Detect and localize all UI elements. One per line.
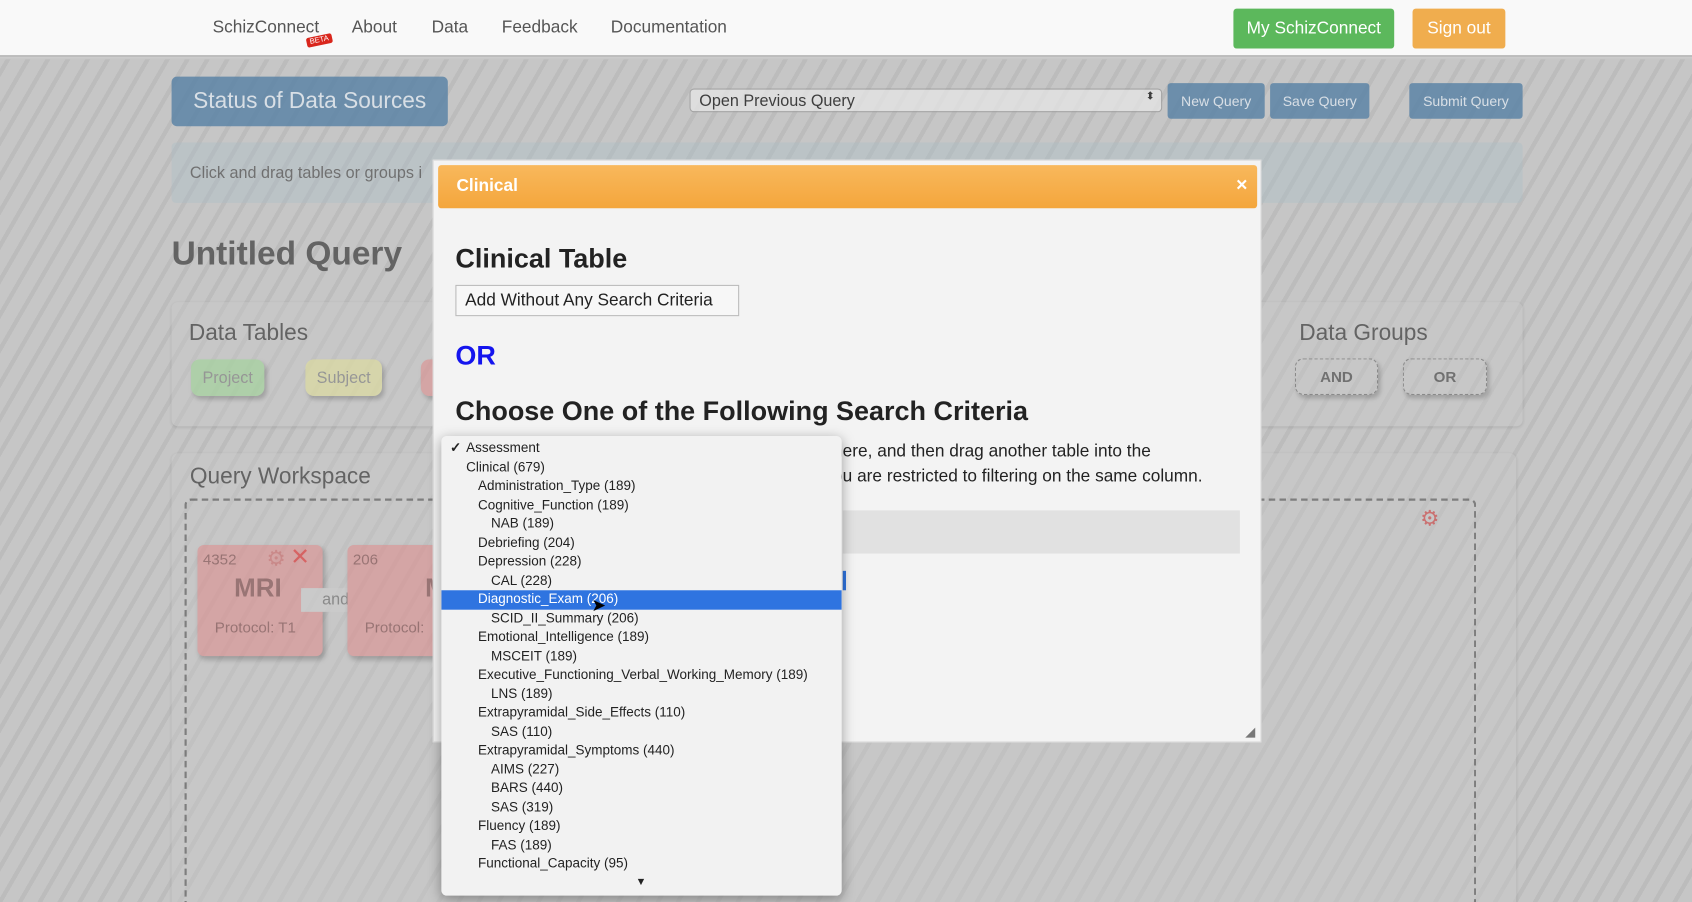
sign-out-button[interactable]: Sign out <box>1412 8 1506 49</box>
nav-documentation[interactable]: Documentation <box>611 18 727 37</box>
dropdown-option[interactable]: FAS (189) <box>441 836 841 855</box>
workspace-title: Query Workspace <box>189 464 371 489</box>
instructions-line: here, and then drag another table into t… <box>833 442 1151 461</box>
option-label: Administration_Type (189) <box>478 478 636 494</box>
dropdown-option[interactable]: Cognitive_Function (189) <box>441 496 841 515</box>
card-count: 206 <box>352 550 379 568</box>
group-and[interactable]: AND <box>1294 358 1379 395</box>
updown-icon: ⬍ <box>1145 90 1155 103</box>
data-tables-title: Data Tables <box>188 320 309 346</box>
brand-link[interactable]: SchizConnect <box>213 18 320 37</box>
card-count: 4352 <box>202 550 237 568</box>
dropdown-option[interactable]: Extrapyramidal_Side_Effects (110) <box>441 704 841 723</box>
close-icon[interactable]: ✕ <box>290 543 310 571</box>
dropdown-option[interactable]: Depression (228) <box>441 552 841 571</box>
select-value: Open Previous Query <box>699 91 855 111</box>
dropdown-option[interactable]: MSCEIT (189) <box>441 647 841 666</box>
dropdown-option[interactable]: Fluency (189) <box>441 817 841 836</box>
dropdown-option[interactable]: Executive_Functioning_Verbal_Working_Mem… <box>441 666 841 685</box>
instructions-line: ou are restricted to filtering on the sa… <box>833 467 1203 486</box>
triangle-down-icon[interactable]: ▼ <box>636 876 647 888</box>
option-label: SAS (319) <box>490 799 554 815</box>
select-edge <box>842 570 847 591</box>
option-label: MSCEIT (189) <box>490 647 577 664</box>
dropdown-option[interactable]: ✓ Assessment <box>441 439 841 458</box>
dropdown-option[interactable]: Emotional_Intelligence (189) <box>441 628 841 647</box>
instructions-text: here, and then drag another table into t… <box>833 439 1202 489</box>
dropdown-option[interactable]: Functional_Capacity (95) <box>441 855 841 874</box>
option-label: Cognitive_Function (189) <box>478 496 629 513</box>
table-chip-subject[interactable]: Subject <box>305 359 383 397</box>
criteria-field[interactable] <box>842 510 1240 554</box>
nav-feedback[interactable]: Feedback <box>502 18 578 37</box>
dropdown-option[interactable]: Extrapyramidal_Symptoms (440) <box>441 741 841 760</box>
choose-heading: Choose One of the Following Search Crite… <box>455 396 1028 427</box>
second-card[interactable]: 206 M Protocol: <box>347 544 447 657</box>
option-label: Extrapyramidal_Symptoms (440) <box>478 742 675 758</box>
check-icon: ✓ <box>449 440 462 456</box>
dropdown-option[interactable]: SAS (110) <box>441 722 841 741</box>
status-data-sources-button[interactable]: Status of Data Sources <box>171 76 448 127</box>
card-name: MRI <box>234 574 282 604</box>
assessment-dropdown[interactable]: ✓ Assessment Clinical (679) Administration_… <box>441 435 842 896</box>
close-icon[interactable]: × <box>1236 174 1247 197</box>
add-without-criteria-button[interactable]: Add Without Any Search Criteria <box>455 284 740 317</box>
option-label: Fluency (189) <box>478 817 561 834</box>
option-label: CAL (228) <box>490 572 552 588</box>
dropdown-option[interactable]: SAS (319) <box>441 798 841 817</box>
option-label: Emotional_Intelligence (189) <box>478 629 650 645</box>
my-schizconnect-button[interactable]: My SchizConnect <box>1233 8 1395 49</box>
clinical-table-heading: Clinical Table <box>455 243 628 275</box>
nav-about[interactable]: About <box>352 18 397 37</box>
option-label: BARS (440) <box>490 780 563 796</box>
data-groups-title: Data Groups <box>1299 320 1428 346</box>
mouse-cursor-icon: ➤ <box>591 596 606 616</box>
resize-handle-icon[interactable]: ◢ <box>1245 724 1255 739</box>
option-label: SAS (110) <box>490 723 553 739</box>
option-label: Clinical (679) <box>466 459 545 475</box>
page: SchizConnect BETA About Data Feedback Do… <box>0 0 1692 902</box>
open-previous-query-select[interactable]: Open Previous Query ⬍ <box>689 88 1163 113</box>
option-label: Functional_Capacity (95) <box>478 855 629 871</box>
gear-icon[interactable]: ⚙ <box>1420 505 1439 532</box>
nav-data[interactable]: Data <box>432 18 468 37</box>
option-label: Extrapyramidal_Side_Effects (110) <box>478 704 686 720</box>
modal-header: Clinical × <box>438 165 1258 209</box>
option-label: Depression (228) <box>478 553 582 569</box>
table-chip-project[interactable]: Project <box>191 359 265 397</box>
card-protocol: Protocol: <box>364 618 425 636</box>
option-label: Debriefing (204) <box>478 534 575 550</box>
new-query-button[interactable]: New Query <box>1167 83 1265 119</box>
option-label: AIMS (227) <box>490 761 560 777</box>
gear-icon[interactable]: ⚙ <box>267 545 286 572</box>
dropdown-option[interactable]: LNS (189) <box>441 685 841 704</box>
dropdown-option[interactable]: CAL (228) <box>441 571 841 590</box>
dropdown-option[interactable]: AIMS (227) <box>441 760 841 779</box>
option-label: Assessment <box>466 440 540 456</box>
save-query-button[interactable]: Save Query <box>1270 83 1370 119</box>
dropdown-option[interactable]: Diagnostic_Exam (206) <box>441 590 842 610</box>
query-title: Untitled Query <box>171 234 403 272</box>
card-protocol: Protocol: T1 <box>214 618 296 636</box>
option-label: LNS (189) <box>490 685 553 701</box>
option-label: SCID_II_Summary (206) <box>490 610 639 626</box>
dropdown-option[interactable]: Administration_Type (189) <box>441 477 841 496</box>
option-label: NAB (189) <box>490 515 554 531</box>
group-or[interactable]: OR <box>1402 358 1487 395</box>
dropdown-option[interactable]: Debriefing (204) <box>441 534 841 553</box>
option-label: Executive_Functioning_Verbal_Working_Mem… <box>478 666 808 682</box>
modal-title: Clinical <box>456 176 518 196</box>
option-label: FAS (189) <box>490 836 552 852</box>
submit-query-button[interactable]: Submit Query <box>1409 83 1523 119</box>
dropdown-option[interactable]: NAB (189) <box>441 515 841 534</box>
or-label: OR <box>455 340 496 372</box>
dropdown-option[interactable]: SCID_II_Summary (206) <box>441 609 841 628</box>
dropdown-option[interactable]: Clinical (679) <box>441 458 841 477</box>
top-nav: SchizConnect BETA About Data Feedback Do… <box>0 0 1692 58</box>
dropdown-option[interactable]: BARS (440) <box>441 779 841 798</box>
